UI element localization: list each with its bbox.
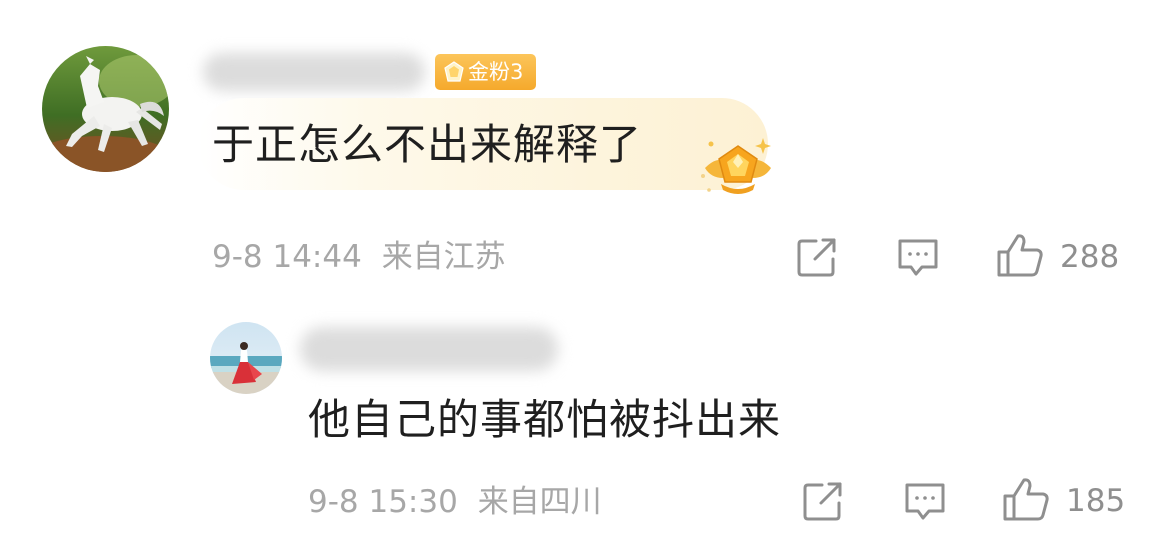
comment-location: 来自江苏 xyxy=(381,239,506,275)
share-icon[interactable] xyxy=(796,237,838,277)
share-icon[interactable] xyxy=(802,481,844,521)
fan-badge-label: 金粉3 xyxy=(468,60,524,84)
reply-username-blurred[interactable] xyxy=(300,327,558,371)
reply-text: 他自己的事都怕被抖出来 xyxy=(308,395,782,444)
fan-level-badge[interactable]: 金粉3 xyxy=(435,54,536,90)
reply-time: 9-8 15:30 xyxy=(308,484,458,520)
reply-meta: 9-8 15:30 来自四川 xyxy=(308,482,602,522)
thumbs-up-icon[interactable] xyxy=(1002,476,1050,522)
user-avatar[interactable] xyxy=(42,46,169,172)
thumbs-up-icon[interactable] xyxy=(996,232,1044,278)
comment-text: 于正怎么不出来解释了 xyxy=(212,120,643,169)
comment-meta: 9-8 14:44 来自江苏 xyxy=(212,237,506,277)
comment-icon[interactable] xyxy=(903,481,947,521)
like-count: 288 xyxy=(1060,239,1120,275)
reply-location: 来自四川 xyxy=(477,484,602,520)
comment-time: 9-8 14:44 xyxy=(212,239,362,275)
reply-like-count: 185 xyxy=(1066,483,1126,519)
crown-gem-decoration-icon xyxy=(695,132,781,198)
gem-icon xyxy=(442,60,466,84)
comment-icon[interactable] xyxy=(896,237,940,277)
username-blurred[interactable] xyxy=(203,53,425,91)
comment-thread: 金粉3 于正怎么不出来解释了 9-8 14:44 来自江苏 288 他自己的事都… xyxy=(0,0,1170,543)
reply-user-avatar[interactable] xyxy=(210,322,282,394)
